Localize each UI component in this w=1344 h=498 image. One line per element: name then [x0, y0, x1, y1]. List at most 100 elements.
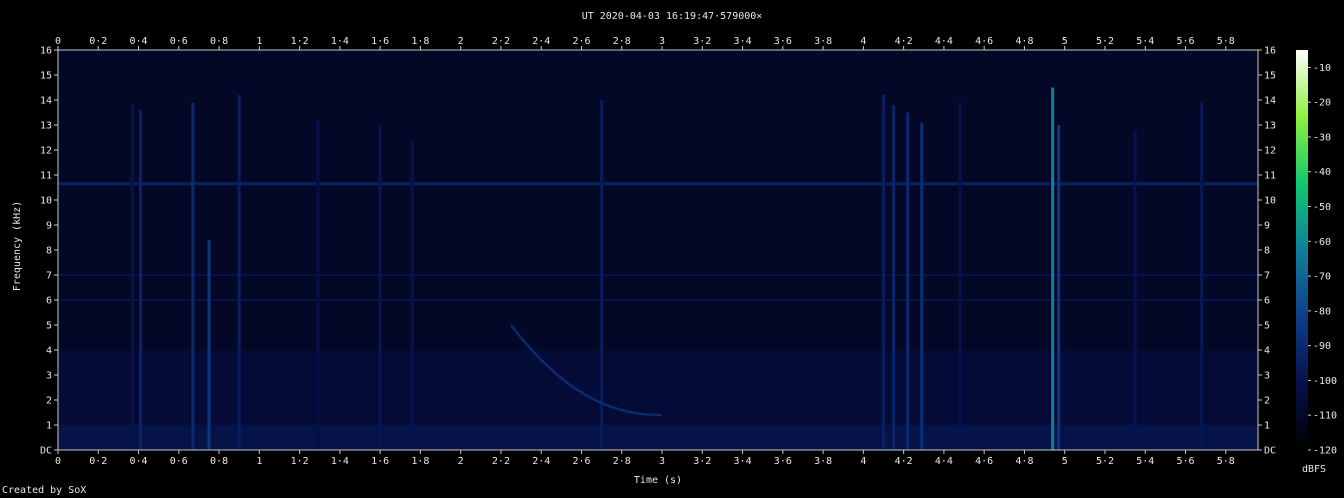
x-tick-label-top: 5·2 [1096, 36, 1114, 47]
y-tick-label-right: 1 [1264, 421, 1270, 432]
vertical-impulse [920, 122, 924, 450]
y-tick-label-left: 10 [40, 196, 52, 207]
y-tick-label-right: 15 [1264, 71, 1276, 82]
x-tick-label-top: 1·4 [331, 36, 349, 47]
colorbar: -10 -20 -30 -40 -50 -60 -70 -80 -90 -100 -110 -120 [1296, 50, 1337, 457]
y-tick-label-left: 11 [40, 171, 52, 182]
x-tick-label-top: 3·6 [774, 36, 792, 47]
y-tick-label-right: 16 [1264, 46, 1276, 57]
vertical-impulse [882, 95, 886, 450]
y-tick-label-left: 2 [46, 396, 52, 407]
colorbar-tick-label: -120 [1313, 446, 1337, 457]
x-tick-label-top: 3 [659, 36, 665, 47]
y-tick-label-right: 14 [1264, 96, 1276, 107]
x-tick-label-bottom: 5·4 [1136, 456, 1154, 467]
x-tick-label-top: 5·8 [1217, 36, 1235, 47]
y-tick-label-left: 12 [40, 146, 52, 157]
x-tick-label-top: 3·2 [693, 36, 711, 47]
plot-area [58, 50, 1258, 450]
y-tick-label-right: 8 [1264, 246, 1270, 257]
x-tick-label-top: 5·4 [1136, 36, 1154, 47]
x-tick-label-bottom: 1·8 [411, 456, 429, 467]
vertical-impulse [600, 100, 604, 450]
x-tick-label-top: 0 [55, 36, 61, 47]
x-tick-label-bottom: 5·6 [1176, 456, 1194, 467]
vertical-impulse [410, 140, 414, 450]
x-tick-label-top: 4 [860, 36, 866, 47]
x-tick-label-top: 3·8 [814, 36, 832, 47]
y-tick-label-left: 1 [46, 421, 52, 432]
x-tick-label-top: 2·4 [532, 36, 550, 47]
y-tick-label-right: 11 [1264, 171, 1276, 182]
x-tick-label-bottom: 4 [860, 456, 866, 467]
y-tick-label-left: 15 [40, 71, 52, 82]
x-tick-label-bottom: 5·2 [1096, 456, 1114, 467]
x-tick-label-top: 2·8 [613, 36, 631, 47]
y-tick-label-left: 6 [46, 296, 52, 307]
x-tick-label-bottom: 3·2 [693, 456, 711, 467]
x-tick-label-top: 1·6 [371, 36, 389, 47]
colorbar-tick-label: -100 [1313, 376, 1337, 387]
x-tick-label-top: 5·6 [1176, 36, 1194, 47]
colorbar-tick-label: -60 [1313, 237, 1331, 248]
y-tick-label-left: 14 [40, 96, 52, 107]
x-tick-label-top: 0·4 [130, 36, 148, 47]
colorbar-tick-label: -50 [1313, 202, 1331, 213]
colorbar-tick-label: -10 [1313, 63, 1331, 74]
x-tick-label-bottom: 2·6 [572, 456, 590, 467]
colorbar-tick-label: -110 [1313, 411, 1337, 422]
vertical-impulse [958, 102, 962, 450]
y-tick-label-right: 13 [1264, 121, 1276, 132]
x-tick-label-bottom: 1 [256, 456, 262, 467]
x-tick-label-top: 0·2 [89, 36, 107, 47]
y-tick-label-right: 3 [1264, 371, 1270, 382]
x-tick-label-top: 2·6 [572, 36, 590, 47]
x-tick-label-top: 1·2 [291, 36, 309, 47]
x-tick-label-bottom: 2·4 [532, 456, 550, 467]
x-tick-label-top: 4·8 [1015, 36, 1033, 47]
vertical-impulse [1200, 102, 1204, 450]
vertical-impulse [207, 240, 211, 450]
x-tick-label-bottom: 1·2 [291, 456, 309, 467]
y-tick-label-right: 6 [1264, 296, 1270, 307]
y-tick-label-right: 4 [1264, 346, 1270, 357]
vertical-impulse [316, 120, 320, 450]
colorbar-tick-label: -90 [1313, 341, 1331, 352]
y-tick-label-right: 12 [1264, 146, 1276, 157]
colorbar-tick-label: -40 [1313, 167, 1331, 178]
y-tick-label-right: 5 [1264, 321, 1270, 332]
y-axis-label: Frequency (kHz) [12, 201, 23, 291]
vertical-impulse [191, 102, 195, 450]
y-tick-label-left: 9 [46, 221, 52, 232]
x-tick-label-top: 4·6 [975, 36, 993, 47]
vertical-impulse [1051, 87, 1055, 450]
x-tick-label-bottom: 2·2 [492, 456, 510, 467]
colorbar-tick-label: -80 [1313, 306, 1331, 317]
x-tick-label-bottom: 0·4 [130, 456, 148, 467]
x-tick-label-top: 1·8 [411, 36, 429, 47]
colorbar-tick-label: -30 [1313, 132, 1331, 143]
x-tick-label-bottom: 2 [458, 456, 464, 467]
credit-text: Created by SoX [2, 485, 87, 496]
colorbar-tick-label: -70 [1313, 272, 1331, 283]
y-tick-label-left: 13 [40, 121, 52, 132]
x-tick-label-bottom: 3·6 [774, 456, 792, 467]
y-tick-label-left: 4 [46, 346, 52, 357]
x-tick-label-bottom: 3·4 [734, 456, 752, 467]
vertical-impulse [130, 105, 134, 450]
x-tick-label-bottom: 3·8 [814, 456, 832, 467]
x-tick-label-top: 5 [1062, 36, 1068, 47]
y-tick-label-left: 16 [40, 46, 52, 57]
x-tick-label-bottom: 4·2 [895, 456, 913, 467]
x-tick-label-bottom: 0·8 [210, 456, 228, 467]
x-tick-label-bottom: 4·6 [975, 456, 993, 467]
y-tick-label-left: 5 [46, 321, 52, 332]
x-tick-label-top: 3·4 [734, 36, 752, 47]
colorbar-gradient [1296, 50, 1308, 450]
x-tick-label-bottom: 5 [1062, 456, 1068, 467]
spectrogram-chart: UT 2020-04-03 16:19:47·579000× 0 0 0·2 0·2 0… [12, 11, 1337, 486]
x-tick-label-bottom: 3 [659, 456, 665, 467]
x-tick-label-top: 1 [256, 36, 262, 47]
x-tick-label-bottom: 4·4 [935, 456, 953, 467]
colorbar-label: dBFS [1302, 464, 1326, 475]
